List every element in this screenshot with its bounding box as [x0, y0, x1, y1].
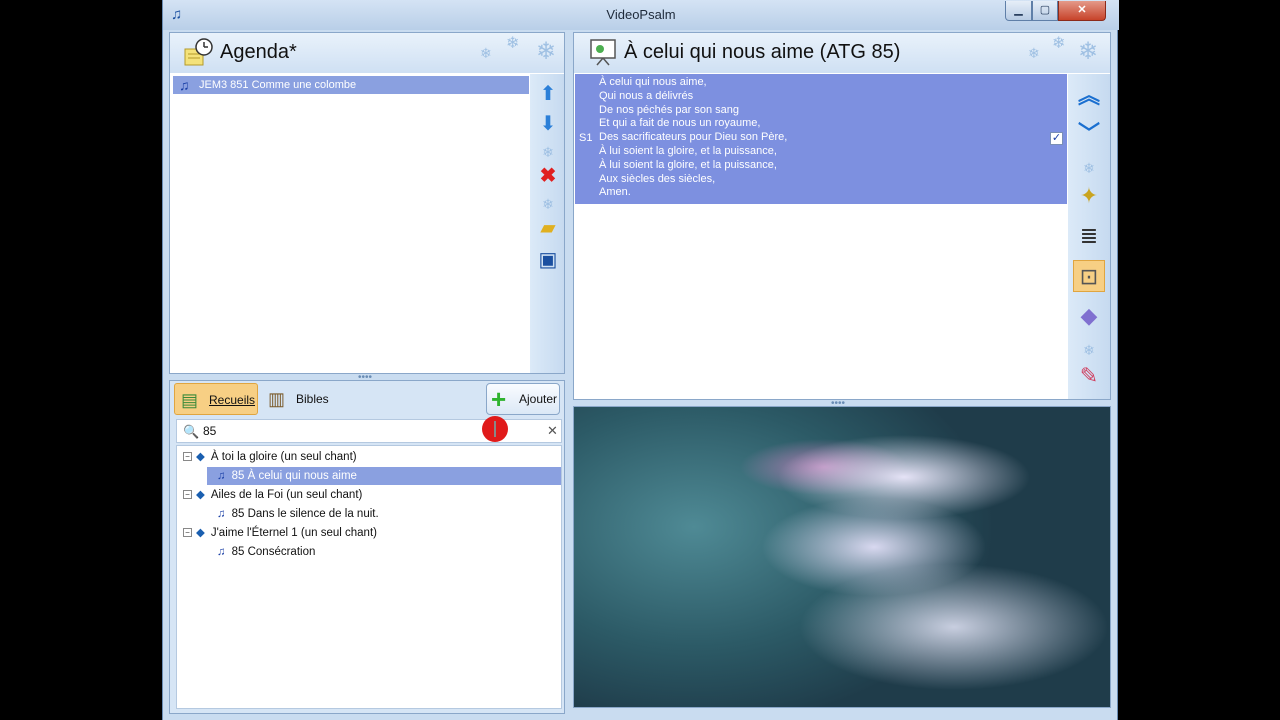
verse-label: S1 — [579, 132, 593, 144]
open-folder-icon[interactable]: ▰ — [536, 216, 560, 240]
delete-icon[interactable]: ✖ — [536, 164, 560, 188]
next-verse-icon[interactable]: ﹀ — [1073, 118, 1105, 150]
plus-icon: + — [491, 384, 507, 414]
verse-line: Qui nous a délivrés — [599, 89, 694, 102]
music-note-icon: ♫ — [179, 77, 190, 93]
book-icon: ◆ — [196, 527, 205, 539]
agenda-title: Agenda* — [220, 41, 297, 63]
bible-icon: ▥ — [268, 389, 286, 409]
song-tree[interactable]: − ◆ À toi la gloire (un seul chant) ♫ 85 À … — [176, 445, 562, 709]
close-button[interactable]: ✕ — [1058, 1, 1106, 21]
song-title: À celui qui nous aime (ATG 85) — [624, 41, 901, 63]
tab-label: Recueils — [209, 393, 256, 407]
verse-line: Amen. — [599, 186, 631, 199]
tree-book-label: Ailes de la Foi (un seul chant) — [210, 489, 363, 501]
agenda-panel: Agenda* ❄ ❄ ❄ ♫ JEM3 851 Comme une colom… — [169, 32, 565, 374]
verse-line: De nos péchés par son sang — [599, 103, 740, 116]
align-text-icon[interactable]: ≣ — [1073, 220, 1105, 252]
snowflake-icon: ❄ — [542, 196, 554, 212]
book-icon: ◆ — [196, 451, 205, 463]
title-bar: ♫ VideoPsalm ▁ ▢ ✕ — [163, 0, 1119, 30]
verse-line: Aux siècles des siècles, — [599, 172, 716, 185]
tree-song-label: 85 À celui qui nous aime — [231, 470, 357, 482]
tree-song-label: 85 Consécration — [231, 546, 316, 558]
verse-lines: À celui qui nous aime, Qui nous a délivr… — [599, 76, 787, 200]
snowflake-icon: ❄ — [1028, 45, 1040, 61]
verse-line: À celui qui nous aime, — [599, 76, 707, 88]
move-up-icon[interactable]: ⬆ — [536, 82, 560, 106]
save-icon[interactable]: ▣ — [536, 248, 560, 272]
tree-song-label: 85 Dans le silence de la nuit. — [231, 508, 379, 520]
agenda-toolbar: ⬆ ⬇ ❄ ✖ ❄ ▰ ▣ — [530, 74, 564, 373]
book-icon: ◆ — [196, 489, 205, 501]
mouse-cursor-highlight — [482, 416, 508, 442]
first-verse-icon[interactable]: ︽ — [1073, 80, 1105, 112]
tree-book-label: J'aime l'Éternel 1 (un seul chant) — [210, 527, 377, 539]
add-button-label: Ajouter — [519, 392, 558, 406]
snowflake-icon: ❄ — [536, 38, 557, 65]
snowflake-icon: ❄ — [1052, 35, 1066, 52]
library-panel: ▤ Recueils ▥ Bibles + Ajouter 🔍 85 ✕ − ◆ À… — [169, 380, 565, 714]
verse-checkbox[interactable]: ✓ — [1050, 132, 1063, 145]
collapse-icon[interactable]: − — [183, 528, 192, 538]
verse-line: À lui soient la gloire, et la puissance, — [599, 158, 777, 171]
tree-book-node[interactable]: − ◆ À toi la gloire (un seul chant) — [183, 448, 357, 466]
spotlight-icon[interactable]: ✦ — [1073, 180, 1105, 212]
search-value: 85 — [203, 424, 217, 438]
snowflake-icon: ❄ — [542, 144, 554, 160]
agenda-item-label: JEM3 851 Comme une colombe — [199, 79, 357, 91]
tree-book-label: À toi la gloire (un seul chant) — [210, 451, 357, 463]
search-icon: 🔍 — [183, 424, 200, 439]
brushes-icon[interactable]: ✎ — [1073, 360, 1105, 392]
verse-line: À lui soient la gloire, et la puissance, — [599, 144, 777, 157]
minimize-button[interactable]: ▁ — [1005, 1, 1032, 21]
collapse-icon[interactable]: − — [183, 490, 192, 500]
music-note-icon: ♫ — [217, 546, 226, 558]
agenda-clock-icon — [184, 38, 213, 66]
verse-line: Des sacrificateurs pour Dieu son Père, — [599, 131, 788, 144]
music-note-icon: ♫ — [217, 508, 226, 520]
collapse-icon[interactable]: − — [183, 452, 192, 462]
snowflake-icon: ❄ — [1078, 38, 1099, 65]
projection-icon[interactable]: ⊡ — [1073, 260, 1105, 292]
tree-song-node[interactable]: ♫ 85 Consécration — [217, 543, 315, 561]
tab-label: Bibles — [296, 392, 329, 406]
agenda-list[interactable]: ♫ JEM3 851 Comme une colombe — [171, 74, 529, 373]
verse-line: Et qui a fait de nous un royaume, — [599, 117, 761, 130]
tab-recueils[interactable]: ▤ Recueils — [174, 383, 258, 415]
tree-song-node[interactable]: ♫ 85 À celui qui nous aime — [207, 467, 561, 485]
presentation-board-icon — [590, 39, 616, 66]
tree-book-node[interactable]: − ◆ J'aime l'Éternel 1 (un seul chant) — [183, 524, 377, 542]
books-icon: ▤ — [181, 390, 199, 410]
song-header: À celui qui nous aime (ATG 85) ❄ ❄ ❄ — [574, 33, 1110, 73]
maximize-button[interactable]: ▢ — [1032, 1, 1058, 21]
tree-book-node[interactable]: − ◆ Ailes de la Foi (un seul chant) — [183, 486, 362, 504]
tab-bibles[interactable]: ▥ Bibles — [262, 383, 332, 415]
add-button[interactable]: + Ajouter — [486, 383, 560, 415]
song-panel: À celui qui nous aime (ATG 85) ❄ ❄ ❄ S1 … — [573, 32, 1111, 400]
move-down-icon[interactable]: ⬇ — [536, 112, 560, 136]
eraser-icon[interactable]: ◆ — [1073, 300, 1105, 332]
song-toolbar: ︽ ﹀ ❄ ✦ ≣ ⊡ ◆ ❄ ✎ — [1068, 74, 1110, 399]
snowflake-icon: ❄ — [506, 35, 520, 52]
music-note-icon: ♫ — [217, 470, 226, 482]
verse-block[interactable]: S1 À celui qui nous aime, Qui nous a dél… — [575, 74, 1067, 204]
app-window: ♫ VideoPsalm ▁ ▢ ✕ Agenda* ❄ ❄ ❄ ♫ JEM3 … — [162, 0, 1119, 720]
agenda-header: Agenda* ❄ ❄ ❄ — [170, 33, 564, 73]
background-preview-image — [573, 406, 1111, 708]
tree-song-node[interactable]: ♫ 85 Dans le silence de la nuit. — [217, 505, 379, 523]
snowflake-icon: ❄ — [480, 45, 492, 61]
window-title: VideoPsalm — [606, 7, 676, 22]
clear-search-icon[interactable]: ✕ — [547, 423, 558, 439]
agenda-item[interactable]: ♫ JEM3 851 Comme une colombe — [173, 76, 529, 94]
